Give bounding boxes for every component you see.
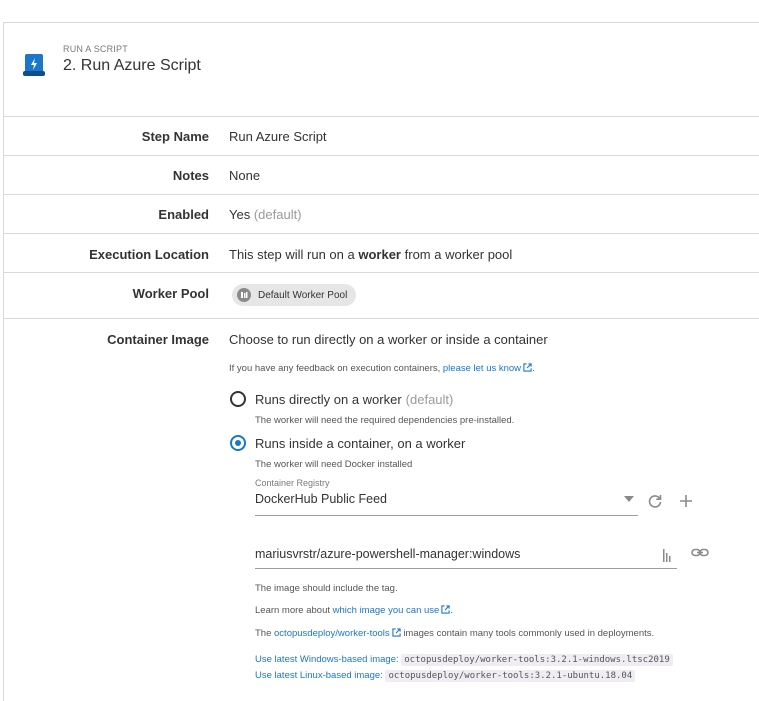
- container-image-label: Container Image: [107, 332, 209, 347]
- add-icon[interactable]: [678, 493, 694, 509]
- step-header: RUN A SCRIPT 2. Run Azure Script: [21, 44, 201, 79]
- use-windows-image-link[interactable]: Use latest Windows-based image:: [255, 654, 399, 665]
- row-notes: Notes None: [4, 155, 759, 194]
- execution-location-suffix: from a worker pool: [404, 247, 513, 262]
- worker-pool-label: Worker Pool: [132, 286, 209, 301]
- runs-in-container-hint: The worker will need Docker installed: [255, 459, 413, 470]
- container-image-value: mariusvrstr/azure-powershell-manager:win…: [255, 547, 521, 561]
- worker-tools-suffix: images contain many tools commonly used …: [403, 628, 655, 639]
- feedback-prefix: If you have any feedback on execution co…: [229, 363, 441, 374]
- use-linux-image-link[interactable]: Use latest Linux-based image:: [255, 670, 383, 681]
- worker-tools-link-label: octopusdeploy/worker-tools: [274, 628, 390, 639]
- learn-more-link-label: which image you can use: [332, 605, 440, 616]
- worker-pool-value: Default Worker Pool: [232, 284, 357, 306]
- radio-runs-directly-label: Runs directly on a worker: [255, 391, 402, 407]
- link-icon[interactable]: [691, 545, 709, 561]
- feedback-link-label: please let us know: [442, 363, 522, 374]
- container-image-intro: Choose to run directly on a worker or in…: [229, 332, 548, 347]
- learn-more-text: Learn more about which image you can use…: [255, 605, 453, 616]
- row-enabled: Enabled Yes (default): [4, 194, 759, 233]
- feedback-link[interactable]: please let us know: [443, 363, 532, 374]
- enabled-yes: Yes: [229, 207, 251, 222]
- row-worker-pool: Worker Pool Default Worker Pool: [4, 272, 759, 318]
- runs-directly-hint: The worker will need the required depend…: [255, 415, 515, 426]
- radio-runs-directly-default: (default): [405, 391, 454, 407]
- step-name-value[interactable]: Run Azure Script: [229, 129, 327, 144]
- step-name-label: Step Name: [141, 129, 209, 144]
- execution-location-prefix: This step will run on a: [229, 247, 355, 262]
- container-registry-label: Container Registry: [255, 478, 330, 488]
- radio-runs-in-container-label: Runs inside a container, on a worker: [255, 435, 466, 451]
- windows-image-tag: octopusdeploy/worker-tools:3.2.1-windows…: [401, 654, 673, 666]
- container-image-input[interactable]: mariusvrstr/azure-powershell-manager:win…: [255, 547, 677, 569]
- worker-tools-text: The octopusdeploy/worker-tools images co…: [255, 628, 654, 639]
- tag-hint: The image should include the tag.: [255, 583, 398, 594]
- step-kicker: RUN A SCRIPT: [63, 44, 128, 54]
- feedback-suffix: .: [532, 363, 535, 374]
- container-registry-select[interactable]: DockerHub Public Feed: [255, 492, 638, 516]
- worker-tools-link[interactable]: octopusdeploy/worker-tools: [274, 628, 401, 639]
- worker-pool-icon: [237, 288, 251, 302]
- row-step-name: Step Name Run Azure Script: [4, 116, 759, 155]
- learn-more-prefix: Learn more about: [255, 605, 330, 616]
- radio-runs-in-container-circle[interactable]: [230, 435, 246, 451]
- worker-pool-chip[interactable]: Default Worker Pool: [232, 284, 357, 306]
- radio-runs-directly[interactable]: Runs directly on a worker (default): [230, 391, 453, 407]
- image-picker-icon[interactable]: [663, 549, 673, 562]
- execution-location-label: Execution Location: [89, 247, 209, 262]
- radio-runs-in-container[interactable]: Runs inside a container, on a worker: [230, 435, 465, 451]
- container-registry-value: DockerHub Public Feed: [255, 492, 388, 506]
- script-logo-icon: [23, 54, 45, 76]
- linux-image-tag: octopusdeploy/worker-tools:3.2.1-ubuntu.…: [385, 670, 636, 682]
- external-link-icon: [392, 628, 401, 637]
- enabled-default: (default): [253, 207, 302, 222]
- notes-value[interactable]: None: [229, 168, 260, 183]
- row-execution-location: Execution Location This step will run on…: [4, 233, 759, 272]
- page-title: 2. Run Azure Script: [63, 57, 201, 74]
- radio-runs-directly-circle[interactable]: [230, 391, 246, 407]
- worker-tools-prefix: The: [255, 628, 272, 639]
- linux-image-line: Use latest Linux-based image: octopusdep…: [255, 670, 636, 682]
- windows-image-line: Use latest Windows-based image: octopusd…: [255, 654, 673, 666]
- dropdown-arrow-icon: [624, 496, 634, 502]
- refresh-icon[interactable]: [647, 493, 663, 509]
- execution-location-worker: worker: [358, 247, 401, 262]
- notes-label: Notes: [172, 168, 209, 183]
- enabled-label: Enabled: [158, 207, 209, 222]
- learn-more-link[interactable]: which image you can use: [333, 605, 451, 616]
- external-link-icon: [523, 363, 532, 372]
- worker-pool-chip-label: Default Worker Pool: [258, 289, 348, 301]
- enabled-value[interactable]: Yes (default): [229, 207, 302, 222]
- external-link-icon: [441, 605, 450, 614]
- execution-location-value[interactable]: This step will run on a worker from a wo…: [229, 247, 512, 262]
- feedback-text: If you have any feedback on execution co…: [229, 363, 535, 374]
- learn-more-suffix: .: [450, 605, 453, 616]
